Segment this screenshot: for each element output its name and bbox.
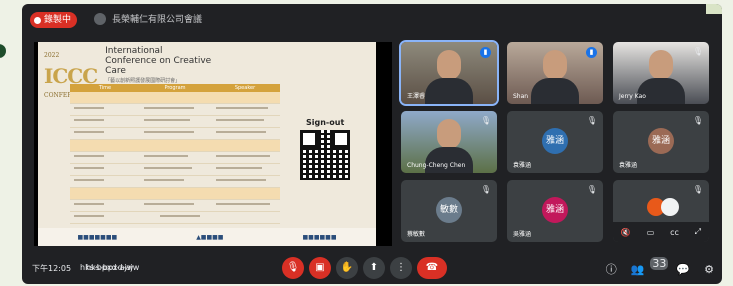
mic-off-icon: 🎙 <box>692 116 703 125</box>
agenda-row <box>70 116 280 128</box>
call-controls: 🎙 ▣ ✋ ⬆ ⋮ ☎ <box>282 257 447 279</box>
participant-face <box>437 119 461 149</box>
participant-tile[interactable]: 🎙 Jerry Kao <box>613 42 709 104</box>
leave-call-button[interactable]: ☎ <box>417 257 447 279</box>
top-bar: 錄製中 長榮輔仁有限公司會議 <box>22 4 722 34</box>
agenda-col-program: Program <box>164 85 186 91</box>
agenda-row <box>70 140 280 152</box>
meet-window: 錄製中 長榮輔仁有限公司會議 2022 ICCC CONFERENCE Inte… <box>22 4 722 284</box>
participant-body <box>425 78 473 104</box>
info-button[interactable]: ⓘ <box>606 261 617 277</box>
slide: 2022 ICCC CONFERENCE International Confe… <box>38 42 376 246</box>
mic-off-icon: 🎙 <box>586 116 597 125</box>
camera-toggle-button[interactable]: ▣ <box>309 257 331 279</box>
participant-name: Chung-Cheng Chen <box>407 162 466 169</box>
sponsor-logo: ▲■■■■ <box>196 233 224 241</box>
corner-decoration <box>706 4 722 14</box>
conference-title-block: International Conference on Creative Car… <box>105 46 215 86</box>
sponsor-logos: ■■■■■■■ ▲■■■■ ■■■■■■ <box>38 228 376 246</box>
participant-tile[interactable]: 🔇 ▭ cc ⤢ 🎙 <box>613 180 709 242</box>
participant-face <box>649 50 673 80</box>
agenda-table: Time Program Speaker <box>70 84 280 224</box>
participant-tile[interactable]: 雅涵 🎙 袁雅涵 <box>613 111 709 173</box>
speaking-icon: ▮ <box>586 47 597 58</box>
participant-avatar: 敏數 <box>436 196 462 223</box>
participant-name: Shan <box>513 93 529 100</box>
expand-icon[interactable]: ⤢ <box>695 227 701 237</box>
record-dot-icon <box>34 16 41 24</box>
more-options-button[interactable]: ⋮ <box>390 257 412 279</box>
participant-tile[interactable]: 敏數 🎙 蔡敏數 <box>401 180 497 242</box>
qr-code-icon[interactable] <box>300 130 350 180</box>
participant-body <box>637 78 685 104</box>
agenda-row <box>70 176 280 188</box>
agenda-header: Time Program Speaker <box>70 84 280 92</box>
mic-off-icon: 🎙 <box>480 185 491 194</box>
mute-icon[interactable]: 🔇 <box>621 228 631 237</box>
agenda-row <box>70 104 280 116</box>
mic-toggle-button[interactable]: 🎙 <box>282 257 304 279</box>
page-left-dot <box>0 44 6 58</box>
activities-button[interactable]: ⚙ <box>704 263 714 276</box>
participant-face <box>437 50 461 80</box>
participant-tile[interactable]: 🎙 Chung-Cheng Chen <box>401 111 497 173</box>
participant-face <box>543 50 567 80</box>
participant-name: 吳雅涵 <box>513 231 532 238</box>
tile-controls: 🔇 ▭ cc ⤢ <box>613 222 709 242</box>
participant-avatar: 雅涵 <box>542 196 568 223</box>
meeting-title: 長榮輔仁有限公司會議 <box>112 15 203 25</box>
participant-tile[interactable]: 雅涵 🎙 吳雅涵 <box>507 180 603 242</box>
participant-name: 袁雅涵 <box>513 162 532 169</box>
agenda-row <box>70 188 280 200</box>
agenda-row <box>70 200 280 212</box>
meeting-code-text: hks-bpxd-ajw <box>86 263 140 272</box>
mic-off-icon: 🎙 <box>586 185 597 194</box>
agenda-col-time: Time <box>98 85 112 91</box>
caption-icon[interactable]: cc <box>670 228 679 237</box>
participant-body <box>531 78 579 104</box>
mini-avatar <box>661 198 679 216</box>
participant-name: Jerry Kao <box>619 93 646 100</box>
participant-name: 袁雅涵 <box>619 162 638 169</box>
meeting-icon <box>94 12 106 25</box>
bottom-bar: 下午12:05 hks-bpxd-ajw hks-bpxd-ajw 🎙 ▣ ✋ … <box>22 252 722 284</box>
mic-off-icon: 🎙 <box>692 47 703 56</box>
recording-badge[interactable]: 錄製中 <box>30 12 78 28</box>
sponsor-logo: ■■■■■■■ <box>77 233 118 241</box>
people-button[interactable]: 👥 33 <box>631 256 669 276</box>
participant-tile[interactable]: 雅涵 🎙 袁雅涵 <box>507 111 603 173</box>
speaking-icon: ▮ <box>480 47 491 58</box>
participant-tile[interactable]: ▮ Shan <box>507 42 603 104</box>
participant-name: 王澤睿 <box>407 93 426 100</box>
agenda-row <box>70 212 280 224</box>
agenda-col-speaker: Speaker <box>234 85 256 91</box>
agenda-row <box>70 128 280 140</box>
recording-label: 錄製中 <box>44 15 72 25</box>
participant-avatar: 雅涵 <box>648 127 674 154</box>
raise-hand-button[interactable]: ✋ <box>336 257 358 279</box>
mic-off-icon: 🎙 <box>480 116 491 125</box>
participant-avatar: 雅涵 <box>542 127 568 154</box>
sponsor-logo: ■■■■■■ <box>302 233 337 241</box>
present-button[interactable]: ⬆ <box>363 257 385 279</box>
agenda-row <box>70 164 280 176</box>
mic-off-icon: 🎙 <box>692 185 703 194</box>
conference-year: 2022 <box>44 52 60 59</box>
shared-presentation[interactable]: 2022 ICCC CONFERENCE International Confe… <box>34 42 392 246</box>
more-participants-avatars <box>647 198 679 216</box>
signout-label: Sign-out <box>306 118 345 127</box>
meeting-title-wrap: 長榮輔仁有限公司會議 <box>94 12 202 25</box>
participant-body <box>425 147 473 173</box>
clock: 下午12:05 <box>32 264 72 273</box>
agenda-row <box>70 92 280 104</box>
chat-button[interactable]: 💬 <box>676 263 690 276</box>
participant-count-badge: 33 <box>650 256 669 270</box>
participant-name: 蔡敏數 <box>407 231 426 238</box>
conference-title: International Conference on Creative Car… <box>105 46 212 76</box>
agenda-row <box>70 152 280 164</box>
side-controls: ⓘ 👥 33 💬 ⚙ <box>606 256 714 277</box>
participant-tile[interactable]: ▮ 王澤睿 <box>399 40 499 106</box>
camera-icon[interactable]: ▭ <box>647 228 655 237</box>
